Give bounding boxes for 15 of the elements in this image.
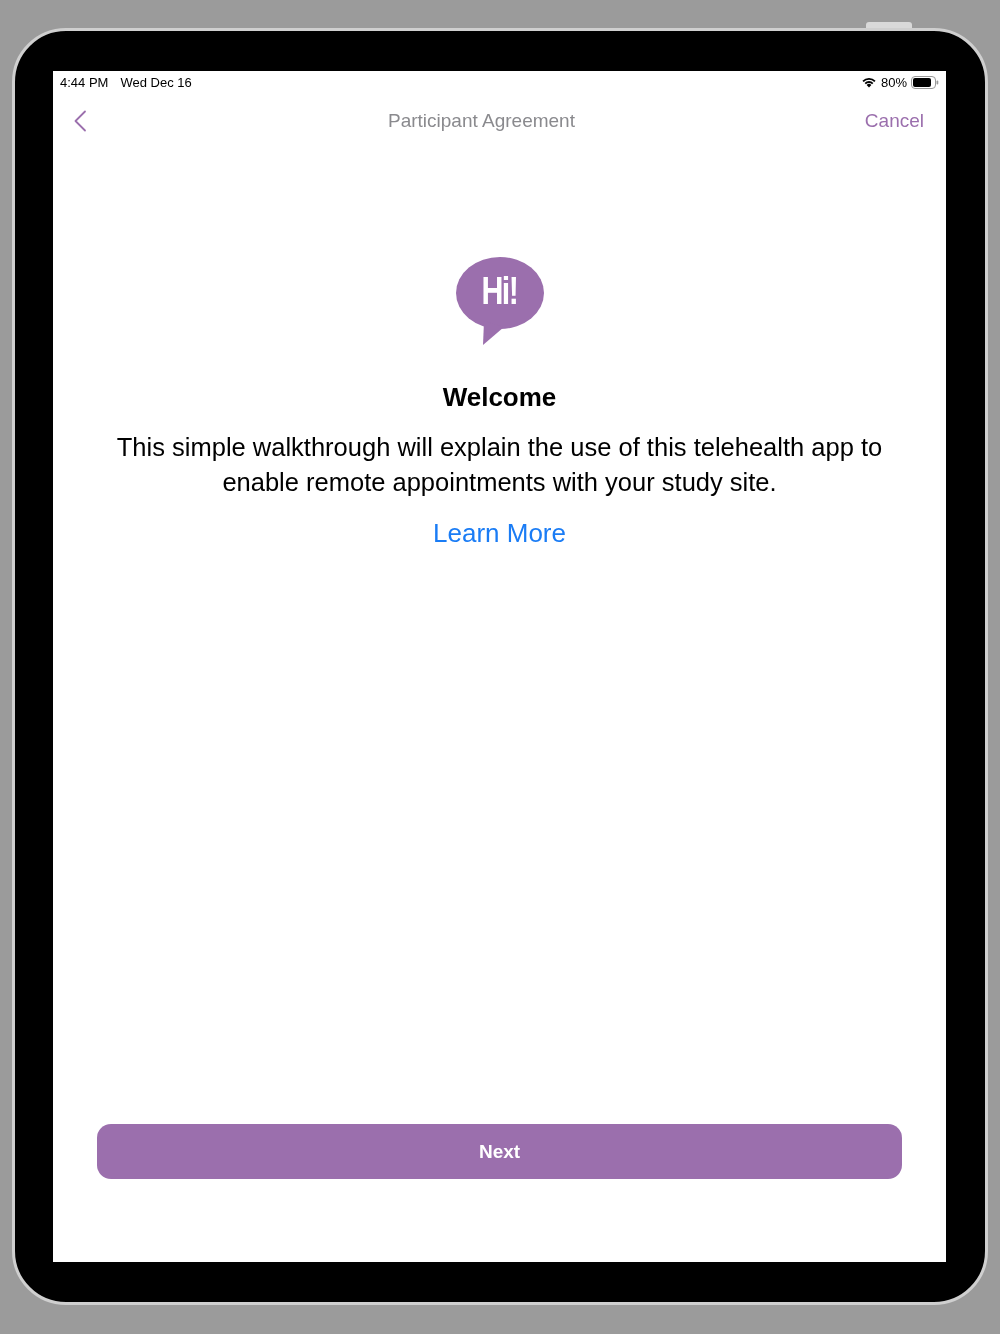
next-button[interactable]: Next xyxy=(97,1124,902,1179)
status-date: Wed Dec 16 xyxy=(120,74,192,90)
intro-paragraph: This simple walkthrough will explain the use of this telehealth app to enable remote appointments with your study site. xyxy=(115,432,884,498)
learn-more-link[interactable]: Learn More xyxy=(433,518,566,549)
status-time: 4:44 PM xyxy=(60,74,109,90)
back-button[interactable] xyxy=(73,110,87,132)
battery-icon xyxy=(911,75,939,89)
welcome-heading: Welcome xyxy=(442,381,557,413)
nav-title: Participant Agreement xyxy=(388,110,575,132)
cancel-button[interactable]: Cancel xyxy=(864,110,924,132)
chevron-left-icon xyxy=(73,110,87,132)
logo-text: Hi! xyxy=(481,272,518,310)
speech-bubble-icon xyxy=(455,257,544,345)
battery-percentage: 80% xyxy=(880,74,907,90)
wifi-icon xyxy=(860,76,877,88)
